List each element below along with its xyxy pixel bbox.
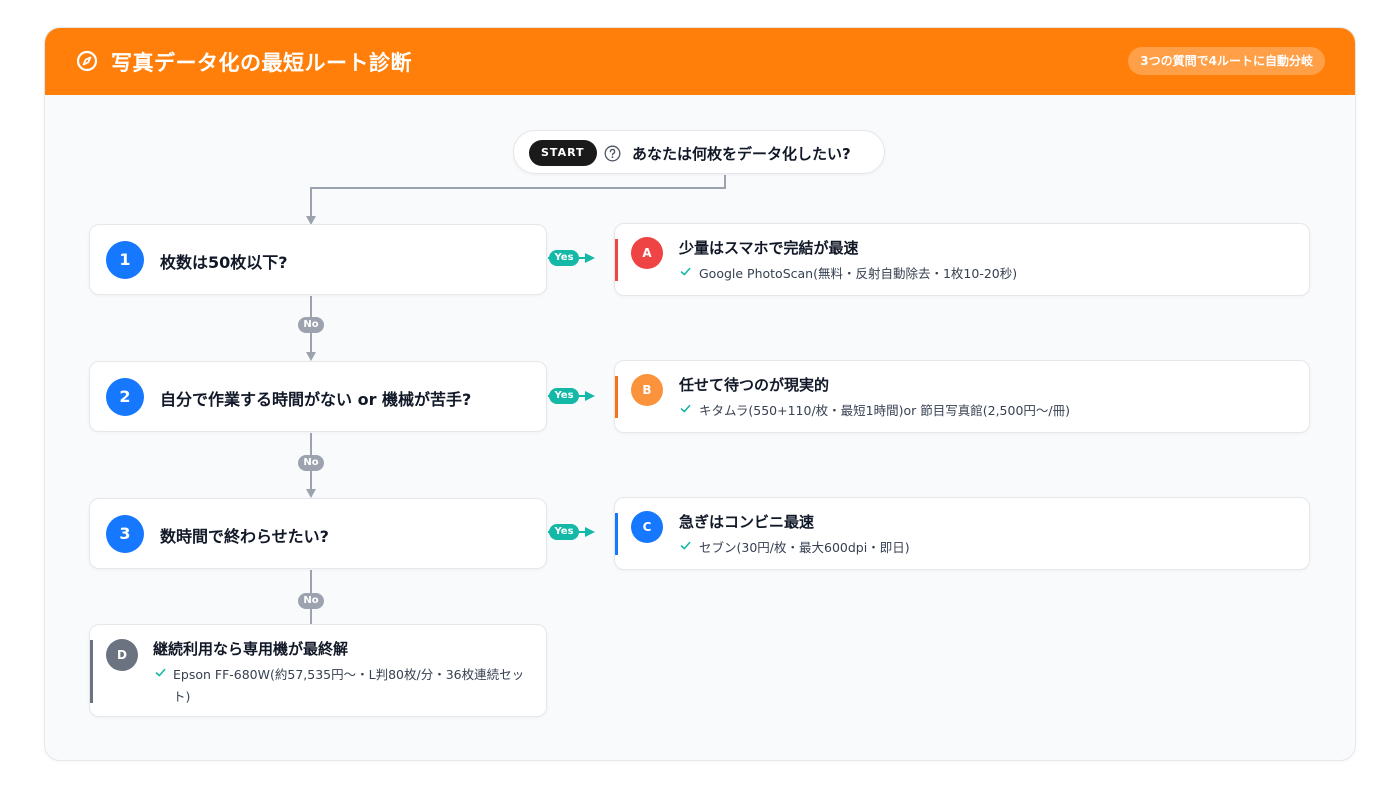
no-label-3: No (298, 593, 324, 609)
answer-title: 任せて待つのが現実的 (679, 376, 830, 394)
question-label: 数時間で終わらせたい? (160, 527, 329, 546)
yes-label-3: Yes (549, 524, 579, 540)
answer-node-c: C 急ぎはコンビニ最速 セブン(30円/枚・最大600dpi・即日) (614, 497, 1310, 570)
answer-description: Epson FF-680W(約57,535円〜・L判80枚/分・36枚連続セット… (173, 667, 525, 704)
answer-description: キタムラ(550+110/枚・最短1時間)or 節目写真館(2,500円〜/冊) (699, 403, 1070, 418)
yes-label-2: Yes (549, 388, 579, 404)
accent-bar (615, 513, 618, 555)
check-icon (680, 267, 691, 276)
start-connector (310, 175, 726, 218)
accent-bar (90, 640, 93, 703)
yes-label-1: Yes (549, 250, 579, 266)
question-node-3: 3 数時間で終わらせたい? (89, 498, 547, 569)
yes-arrow-head-3 (585, 527, 595, 537)
question-node-1: 1 枚数は50枚以下? (89, 224, 547, 295)
question-node-2: 2 自分で作業する時間がない or 機械が苦手? (89, 361, 547, 432)
question-number: 3 (106, 515, 144, 553)
help-circle-icon (604, 145, 621, 162)
accent-bar (615, 239, 618, 281)
no-arrow-head-2 (306, 489, 316, 498)
start-badge: START (529, 140, 597, 166)
check-icon (680, 404, 691, 413)
yes-arrow-head-1 (585, 253, 595, 263)
no-label-2: No (298, 455, 324, 471)
question-label: 自分で作業する時間がない or 機械が苦手? (160, 390, 472, 409)
check-icon (680, 541, 691, 550)
answer-node-b: B 任せて待つのが現実的 キタムラ(550+110/枚・最短1時間)or 節目写… (614, 360, 1310, 433)
answer-node-d: D 継続利用なら専用機が最終解 Epson FF-680W(約57,535円〜・… (89, 624, 547, 717)
answer-letter: B (631, 374, 663, 406)
question-number: 2 (106, 378, 144, 416)
no-arrow-head-1 (306, 352, 316, 361)
answer-description: セブン(30円/枚・最大600dpi・即日) (699, 540, 910, 555)
start-question: あなたは何枚をデータ化したい? (632, 145, 851, 163)
start-node: START あなたは何枚をデータ化したい? (513, 130, 885, 174)
yes-arrow-head-2 (585, 391, 595, 401)
answer-letter: D (106, 639, 138, 671)
accent-bar (615, 376, 618, 418)
question-label: 枚数は50枚以下? (160, 253, 288, 272)
no-label-1: No (298, 317, 324, 333)
answer-description: Google PhotoScan(無料・反射自動除去・1枚10-20秒) (699, 266, 1018, 281)
answer-letter: A (631, 237, 663, 269)
answer-title: 急ぎはコンビニ最速 (679, 513, 815, 531)
question-number: 1 (106, 241, 144, 279)
answer-title: 継続利用なら専用機が最終解 (153, 640, 349, 658)
answer-title: 少量はスマホで完結が最速 (679, 239, 859, 257)
answer-letter: C (631, 511, 663, 543)
check-icon (155, 668, 166, 677)
answer-node-a: A 少量はスマホで完結が最速 Google PhotoScan(無料・反射自動除… (614, 223, 1310, 296)
